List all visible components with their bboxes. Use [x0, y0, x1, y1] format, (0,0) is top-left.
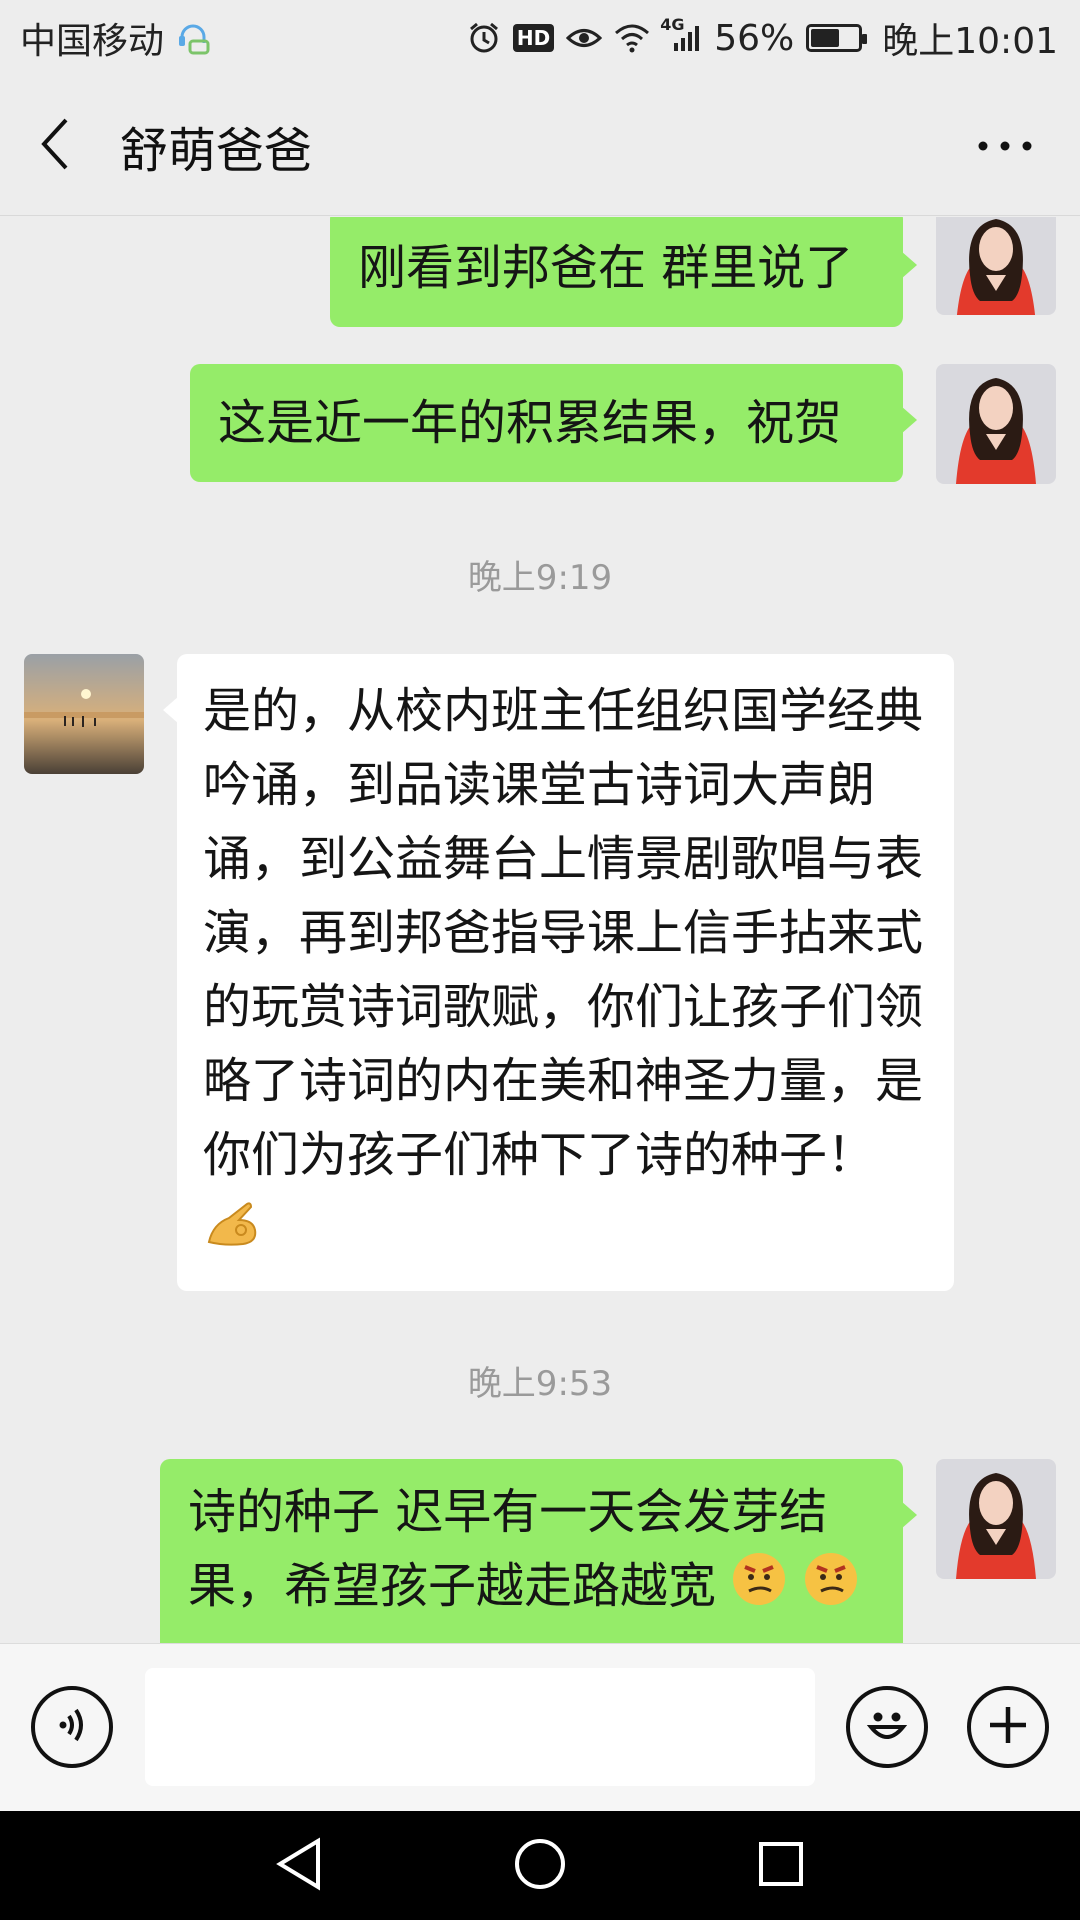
more-functions-button[interactable] — [967, 1686, 1049, 1768]
my-avatar[interactable] — [936, 1459, 1056, 1579]
signal-icon: 4G — [660, 15, 702, 53]
message-text-line: 诗的种子 迟早有一天会发芽结 — [188, 1484, 828, 1540]
wifi-icon — [614, 23, 650, 53]
message-text-line-2: 果，希望孩子越走路越宽 — [188, 1549, 875, 1628]
message-text: 这是近一年的积累结果，祝贺 — [218, 395, 843, 451]
network-label: 4G — [660, 15, 685, 34]
message-bubble-incoming[interactable]: 是的，从校内班主任组织国学经典吟诵，到品读课堂古诗词大声朗诵，到公益舞台上情景剧… — [163, 654, 954, 1291]
nav-home-button[interactable] — [500, 1831, 580, 1901]
status-right: HD 4G 56% 晚上10:01 — [467, 12, 1058, 64]
emoji-button[interactable] — [846, 1686, 928, 1768]
battery-icon — [806, 24, 868, 52]
chevron-left-icon — [40, 118, 70, 174]
smirk-face-emoji — [803, 1551, 859, 1628]
message-input[interactable] — [145, 1668, 815, 1786]
message-bubble-outgoing[interactable]: 诗的种子 迟早有一天会发芽结 果，希望孩子越走路越宽 — [160, 1459, 917, 1643]
message-timestamp: 晚上9:53 — [467, 1364, 613, 1404]
assistant-icon — [176, 19, 210, 57]
ok-hand-emoji — [203, 1195, 263, 1269]
alarm-icon — [467, 21, 501, 55]
clock: 晚上10:01 — [882, 21, 1058, 62]
back-button[interactable] — [0, 76, 110, 216]
message-text: 是的，从校内班主任组织国学经典吟诵，到品读课堂古诗词大声朗诵，到公益舞台上情景剧… — [203, 683, 924, 1183]
more-dots-icon — [977, 137, 1033, 156]
voice-icon — [50, 1703, 94, 1751]
my-avatar[interactable] — [936, 217, 1056, 315]
message-bubble-outgoing[interactable]: 这是近一年的积累结果，祝贺 — [190, 364, 917, 482]
smiley-icon — [859, 1697, 915, 1757]
battery-percent: 56% — [714, 17, 795, 59]
plus-icon — [986, 1703, 1030, 1751]
voice-button[interactable] — [31, 1686, 113, 1768]
carrier-label: 中国移动 — [20, 21, 165, 62]
message-text: 刚看到邦爸在 群里说了 — [358, 240, 854, 296]
contact-avatar[interactable] — [24, 654, 144, 774]
more-button[interactable] — [970, 116, 1040, 176]
page-title: 舒萌爸爸 — [120, 122, 313, 179]
input-bar — [0, 1643, 1080, 1811]
hd-icon: HD — [512, 24, 555, 52]
status-bar: 中国移动 HD 4G 56% 晚上10:01 — [0, 0, 1080, 76]
nav-back-button[interactable] — [259, 1831, 339, 1901]
smirk-face-emoji — [731, 1551, 787, 1628]
chat-header: 舒萌爸爸 — [0, 76, 1080, 216]
my-avatar[interactable] — [936, 364, 1056, 484]
nav-recent-icon — [756, 1839, 806, 1893]
message-timestamp: 晚上9:19 — [467, 558, 613, 598]
nav-recent-button[interactable] — [741, 1831, 821, 1901]
status-left: 中国移动 — [20, 12, 210, 64]
message-text: 果，希望孩子越走路越宽 — [188, 1558, 717, 1614]
eye-icon — [566, 25, 603, 51]
message-list[interactable]: 刚看到邦爸在 群里说了 这是近一年的积累结果，祝贺 晚上9:19 是的，从校内班… — [0, 217, 1080, 1643]
nav-home-icon — [513, 1837, 567, 1895]
nav-back-icon — [274, 1837, 324, 1895]
system-nav-bar — [0, 1811, 1080, 1920]
message-bubble-outgoing[interactable]: 刚看到邦爸在 群里说了 — [330, 217, 917, 327]
